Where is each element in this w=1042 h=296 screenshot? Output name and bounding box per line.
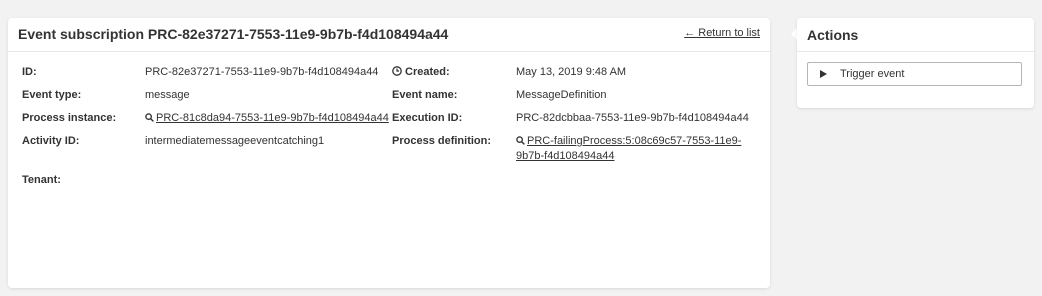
actions-header: Actions [797,18,1034,52]
tenant-label: Tenant: [22,174,61,186]
event-type-label: Event type: [22,89,82,101]
process-instance-label: Process instance: [22,112,117,124]
clock-icon [392,66,402,76]
id-label: ID: [22,66,37,78]
event-type-value: message [145,89,190,101]
trigger-event-button[interactable]: Trigger event [807,62,1022,86]
trigger-event-label: Trigger event [840,68,905,80]
actions-panel: Actions Trigger event [797,18,1034,108]
execution-id-label: Execution ID: [392,112,463,124]
page-title: Event subscription PRC-82e37271-7553-11e… [18,26,449,42]
magnifier-icon [145,113,154,122]
process-definition-label: Process definition: [392,135,492,147]
event-subscription-panel: Event subscription PRC-82e37271-7553-11e… [8,18,770,288]
execution-id-value: PRC-82dcbbaa-7553-11e9-9b7b-f4d108494a44 [516,112,749,124]
created-value: May 13, 2019 9:48 AM [516,66,627,78]
activity-id-value: intermediatemessageeventcatching1 [145,135,325,147]
created-label-text: Created: [405,66,450,78]
process-definition-value-line1: PRC-failingProcess:5:08c69c57-7553-11e9- [527,135,742,147]
actions-title: Actions [807,27,859,43]
id-value: PRC-82e37271-7553-11e9-9b7b-f4d108494a44 [145,66,379,78]
process-instance-link[interactable]: PRC-81c8da94-7553-11e9-9b7b-f4d108494a44 [145,112,389,124]
created-label: Created: [392,66,450,78]
event-name-value: MessageDefinition [516,89,607,101]
process-definition-value-line2[interactable]: 9b7b-f4d108494a44 [516,150,614,162]
activity-id-label: Activity ID: [22,135,80,147]
magnifier-icon [516,136,525,145]
return-to-list-link[interactable]: ← Return to list [684,27,760,39]
event-name-label: Event name: [392,89,458,101]
process-instance-value: PRC-81c8da94-7553-11e9-9b7b-f4d108494a44 [156,112,389,124]
process-definition-link[interactable]: PRC-failingProcess:5:08c69c57-7553-11e9- [516,135,741,147]
play-icon [820,70,827,78]
panel-header: Event subscription PRC-82e37271-7553-11e… [8,18,770,52]
